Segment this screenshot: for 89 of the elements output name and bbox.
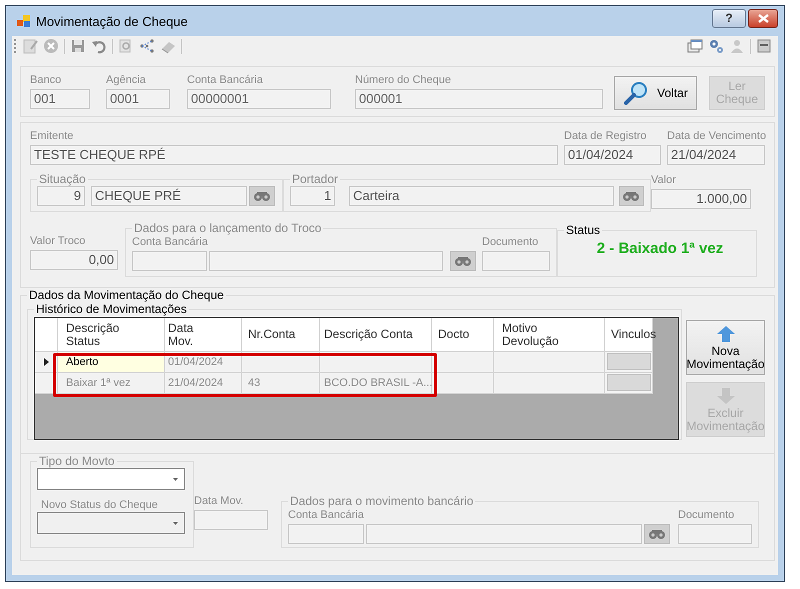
field-label: Data de Registro: [564, 129, 648, 143]
field-label: Número do Cheque: [355, 73, 452, 87]
group-title: Portador: [291, 172, 340, 186]
input-field[interactable]: [678, 524, 752, 544]
nodes-icon[interactable]: [139, 38, 155, 54]
input-field[interactable]: 01/04/2024: [564, 145, 661, 165]
status-text: 2 - Baixado 1ª vez: [596, 240, 724, 257]
close-icon: [758, 14, 768, 22]
field-label: Conta Bancária: [288, 508, 365, 522]
input-field[interactable]: [194, 510, 268, 530]
column-header[interactable]: Motivo Devolução: [494, 318, 605, 352]
note-icon[interactable]: [22, 38, 38, 54]
dropdown-arrow-icon: [173, 522, 178, 524]
field-label: Documento: [482, 235, 540, 249]
input-field[interactable]: 9: [37, 186, 85, 206]
field-label: Valor Troco: [30, 234, 86, 248]
field-label: Conta Bancária: [132, 235, 209, 249]
table-cell: Baixar 1ª vez: [58, 373, 165, 394]
window-title: Movimentação de Cheque: [36, 14, 188, 28]
input-field[interactable]: CHEQUE PRÉ: [91, 186, 247, 206]
person-icon[interactable]: [729, 38, 745, 54]
input-field[interactable]: 21/04/2024: [667, 145, 765, 165]
input-field[interactable]: TESTE CHEQUE RPÉ: [30, 145, 558, 165]
windows-icon[interactable]: [687, 38, 703, 54]
undo-icon[interactable]: [91, 38, 107, 54]
back-button[interactable]: Voltar: [614, 76, 697, 110]
field-label: Valor: [651, 173, 677, 187]
group-title: Dados para o movimento bancário: [289, 494, 474, 508]
binoculars-icon: [454, 255, 472, 267]
panel-icon[interactable]: [756, 38, 772, 54]
group-title: Tipo do Movto: [38, 454, 116, 468]
field-label: Agência: [106, 73, 147, 87]
field-label: Data de Vencimento: [667, 129, 765, 143]
arrow-down-icon: [716, 386, 736, 404]
group-title: Situação: [38, 172, 87, 186]
table-cell: [432, 352, 494, 373]
table-cell: BCO.DO BRASIL -A...: [320, 373, 432, 394]
input-field[interactable]: 001: [30, 89, 90, 109]
cancel-icon[interactable]: [43, 38, 59, 54]
input-field[interactable]: 1: [290, 186, 336, 206]
field-label: Banco: [30, 73, 62, 87]
lookup-button[interactable]: [450, 251, 476, 271]
binoculars-icon: [253, 190, 271, 202]
current-row-icon: [44, 358, 48, 366]
app-icon: [17, 15, 31, 27]
new-movement-button[interactable]: Nova Movimentação: [686, 320, 765, 375]
input-field[interactable]: [366, 524, 642, 544]
input-field[interactable]: 0001: [106, 89, 170, 109]
dropdown-arrow-icon: [173, 478, 178, 480]
input-field[interactable]: 00000001: [187, 89, 331, 109]
input-field[interactable]: [288, 524, 364, 544]
table-cell: [432, 373, 494, 394]
input-field[interactable]: 1.000,00: [651, 189, 751, 209]
lookup-button[interactable]: [618, 186, 644, 206]
column-header[interactable]: Descrição Status: [58, 318, 165, 352]
lookup-button[interactable]: [249, 186, 275, 206]
field-label: Emitente: [30, 129, 74, 143]
help-button[interactable]: ?: [712, 8, 746, 28]
field-label: Documento: [678, 508, 736, 522]
field-label: Conta Bancária: [187, 73, 264, 87]
group-title: Histórico de Movimentações: [35, 302, 188, 316]
column-header[interactable]: Data Mov.: [165, 318, 242, 352]
dropdown[interactable]: [37, 468, 185, 490]
grip-icon: [14, 38, 17, 54]
input-field[interactable]: 000001: [355, 89, 603, 109]
close-button[interactable]: [748, 8, 778, 28]
gears-icon[interactable]: [708, 38, 724, 54]
group-title: Dados para o lançamento do Troco: [133, 221, 322, 235]
table-cell: 21/04/2024: [165, 373, 242, 394]
table-corner: [35, 318, 58, 352]
arrow-up-icon: [716, 324, 736, 342]
field-label: Data Mov.: [194, 494, 244, 508]
input-field[interactable]: Carteira: [349, 186, 614, 206]
field-label: Novo Status do Cheque: [41, 498, 159, 512]
group-title: Dados da Movimentação do Cheque: [28, 288, 225, 302]
save-icon[interactable]: [70, 38, 86, 54]
column-header[interactable]: Descrição Conta: [320, 318, 432, 352]
input-field[interactable]: [209, 251, 443, 271]
input-field[interactable]: [482, 251, 550, 271]
group-title: Status: [565, 223, 602, 237]
column-header[interactable]: Docto: [432, 318, 494, 352]
binoculars-icon: [648, 528, 666, 540]
binoculars-icon: [622, 190, 640, 202]
table-cell: 43: [242, 373, 320, 394]
input-field[interactable]: [132, 251, 207, 271]
input-field[interactable]: 0,00: [30, 250, 118, 270]
search-icon: [623, 80, 650, 106]
column-header[interactable]: Nr.Conta: [242, 318, 320, 352]
lookup-button[interactable]: [644, 524, 670, 544]
